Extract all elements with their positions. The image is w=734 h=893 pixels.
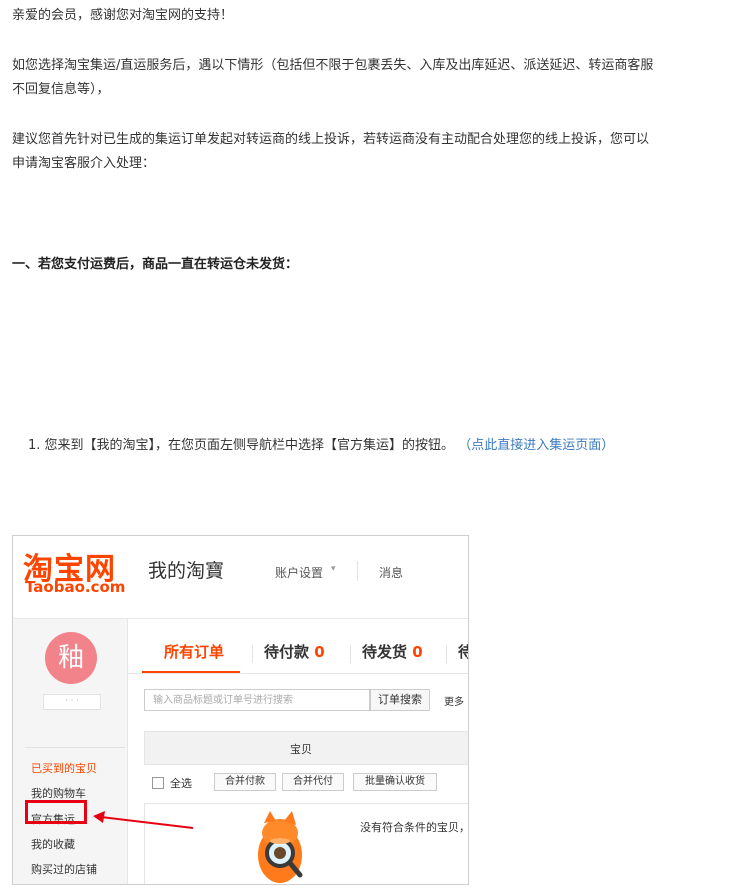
annotation-arrow-icon bbox=[93, 811, 194, 829]
intro-line-2: 不回复信息等）， bbox=[12, 82, 110, 97]
advice-line-2: 申请淘宝客服介入处理： bbox=[12, 156, 156, 171]
advice-line-1: 建议您首先针对已生成的集运订单发起对转运商的线上投诉，若转运商没有主动配合处理您… bbox=[12, 132, 650, 147]
step-1-number: 1. bbox=[28, 438, 41, 453]
greeting-text: 亲爱的会员，感谢您对淘宝网的支持！ bbox=[12, 8, 234, 23]
taobao-screenshot: 淘宝网 Taobao.com 我的淘寶 账户设置 ▾ 消息 釉 · · · 已买… bbox=[12, 535, 469, 885]
step-1-link[interactable]: （点此直接进入集运页面） bbox=[458, 438, 614, 453]
section-1-title: 一、若您支付运费后，商品一直在转运仓未发货： bbox=[12, 257, 299, 272]
step-1: 1. 您来到【我的淘宝】，在您页面左侧导航栏中选择【官方集运】的按钮。 （点此直… bbox=[28, 434, 718, 458]
step-1-text: 您来到【我的淘宝】，在您页面左侧导航栏中选择【官方集运】的按钮。 bbox=[44, 438, 455, 453]
intro-line-1: 如您选择淘宝集运/直运服务后，遇以下情形（包括但不限于包裹丢失、入库及出库延迟、… bbox=[12, 58, 654, 73]
